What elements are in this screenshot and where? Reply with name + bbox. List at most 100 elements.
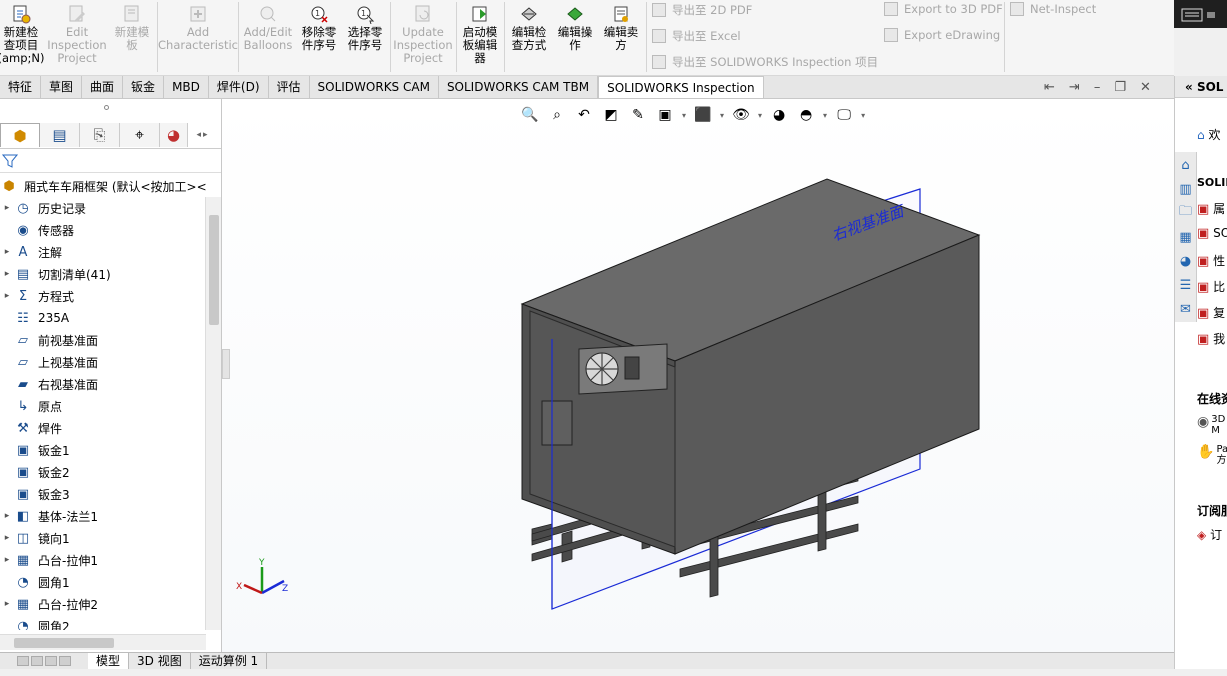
tab-5[interactable]: 焊件(D) <box>209 76 269 98</box>
minimize-icon[interactable]: – <box>1094 80 1101 95</box>
tree-item[interactable]: ◔ 圆角1 <box>0 571 206 593</box>
update-inspection-project-button[interactable]: Update Inspection Project <box>392 4 454 70</box>
model-view[interactable]: 右视基准面 Y X Z <box>222 99 1174 652</box>
export-3d-pdf-button[interactable]: Export to 3D PDF <box>884 2 1003 16</box>
tree-item[interactable]: ▸ ◷ 历史记录 <box>0 197 206 219</box>
new-template-button[interactable]: 新建模 板 <box>110 4 154 70</box>
add-characteristic-button[interactable]: Add Characteristic <box>158 4 238 70</box>
tab-8[interactable]: SOLIDWORKS CAM TBM <box>439 76 599 98</box>
bottom-tab-1[interactable]: 3D 视图 <box>129 653 191 669</box>
tree-item[interactable]: ▱ 前视基准面 <box>0 329 206 351</box>
tree-item[interactable]: ▸ ◧ 基体-法兰1 <box>0 505 206 527</box>
forum-icon[interactable]: ✉ <box>1177 298 1195 320</box>
panel-collapse-handle[interactable] <box>222 349 230 379</box>
configuration-manager-tab[interactable]: ⎘ <box>80 123 120 147</box>
solidworks-resource-item[interactable]: ▣ 比 <box>1197 278 1225 295</box>
tree-item[interactable]: ▸ ▤ 切割清单(41) <box>0 263 206 285</box>
solidworks-resource-item[interactable]: ▣ 我 <box>1197 330 1225 347</box>
tree-vertical-scrollbar[interactable] <box>205 197 221 630</box>
tree-item[interactable]: ☷ 235A <box>0 307 206 329</box>
expand-arrow-icon[interactable]: ▸ <box>0 533 14 543</box>
online-resource-item[interactable]: ✋ Pa 方 <box>1197 444 1227 466</box>
panel-grip[interactable] <box>104 105 109 110</box>
tab-3[interactable]: 钣金 <box>123 76 165 98</box>
bottom-tab-2[interactable]: 运动算例 1 <box>191 653 268 669</box>
new-inspection-project-button[interactable]: 新建检 查项目 (amp;N) <box>0 4 45 70</box>
tree-item[interactable]: ◉ 传感器 <box>0 219 206 241</box>
expand-arrow-icon[interactable]: ▸ <box>0 247 14 257</box>
tab-7[interactable]: SOLIDWORKS CAM <box>310 76 439 98</box>
scroll-thumb[interactable] <box>14 638 114 648</box>
tree-item[interactable]: ▣ 钣金3 <box>0 483 206 505</box>
select-balloon-button[interactable]: 1 选择零 件序号 <box>342 4 388 70</box>
solidworks-resource-item[interactable]: ▣ 复 <box>1197 304 1225 321</box>
view-palette-icon[interactable]: ▦ <box>1177 226 1195 248</box>
launch-template-editor-button[interactable]: 启动模 板编辑 器 <box>458 4 502 70</box>
export-2d-pdf-button[interactable]: 导出至 2D PDF <box>652 2 752 18</box>
tree-item[interactable]: ▱ 上视基准面 <box>0 351 206 373</box>
restore-icon[interactable]: ❐ <box>1114 80 1126 95</box>
expand-arrow-icon[interactable]: ▸ <box>0 291 14 301</box>
design-library-icon[interactable]: ▥ <box>1177 178 1195 200</box>
tab-9[interactable]: SOLIDWORKS Inspection <box>598 76 764 98</box>
graphics-area[interactable]: 🔍 ⌕ ↶ ◩ ✎ ▣ ▾ ⬛ ▾ 👁 ▾ ◕ ◓ ▾ 🖵 ▾ 右视基准面 Y … <box>222 99 1174 652</box>
tab-1[interactable]: 草图 <box>41 76 83 98</box>
solidworks-resource-item[interactable]: ▣ 性 <box>1197 252 1225 269</box>
solidworks-resource-item[interactable]: ▣ SO <box>1197 226 1227 241</box>
online-resource-item[interactable]: ◉ 3D M <box>1197 414 1225 436</box>
custom-properties-icon[interactable]: ☰ <box>1177 274 1195 296</box>
next-document-icon[interactable]: ⇥ <box>1069 80 1080 95</box>
prev-tab-icon[interactable] <box>31 656 43 666</box>
export-inspection-project-button[interactable]: 导出至 SOLIDWORKS Inspection 项目 <box>652 54 878 70</box>
edit-inspection-method-button[interactable]: 编辑检 查方式 <box>506 4 552 70</box>
remove-balloon-button[interactable]: 1 移除零 件序号 <box>296 4 342 70</box>
appearances-icon[interactable]: ◕ <box>1177 250 1195 272</box>
tree-root[interactable]: ⬢ 厢式车车厢框架 (默认<按加工>< <box>0 175 220 197</box>
expand-arrow-icon[interactable]: ▸ <box>0 203 14 213</box>
home-icon[interactable]: ⌂ <box>1177 154 1195 176</box>
welcome-link[interactable]: ⌂ 欢 <box>1197 126 1220 143</box>
edit-inspection-project-button[interactable]: Edit Inspection Project <box>46 4 108 70</box>
tree-item[interactable]: ◔ 圆角2 <box>0 615 206 631</box>
tab-4[interactable]: MBD <box>164 76 209 98</box>
next-tab-icon[interactable] <box>45 656 57 666</box>
tab-6[interactable]: 评估 <box>269 76 310 98</box>
file-explorer-icon[interactable]: 🗀 <box>1177 202 1195 224</box>
scroll-thumb[interactable] <box>209 215 219 325</box>
bottom-tab-0[interactable]: 模型 <box>88 653 130 669</box>
tab-scroll-right-icon[interactable]: ▸ <box>203 130 208 140</box>
first-tab-icon[interactable] <box>17 656 29 666</box>
subscription-item[interactable]: ◈ 订 <box>1197 526 1222 543</box>
tree-item[interactable]: ⚒ 焊件 <box>0 417 206 439</box>
export-edrawing-button[interactable]: Export eDrawing <box>884 28 1000 42</box>
tree-item[interactable]: ▸ ▦ 凸台-拉伸2 <box>0 593 206 615</box>
display-manager-tab[interactable]: ◕ <box>160 123 188 147</box>
tree-item[interactable]: ▣ 钣金1 <box>0 439 206 461</box>
tree-item[interactable]: ▰ 右视基准面 <box>0 373 206 395</box>
expand-arrow-icon[interactable]: ▸ <box>0 269 14 279</box>
tree-item[interactable]: ▸ A 注解 <box>0 241 206 263</box>
expand-arrow-icon[interactable]: ▸ <box>0 555 14 565</box>
last-tab-icon[interactable] <box>59 656 71 666</box>
tab-0[interactable]: 特征 <box>0 76 42 98</box>
expand-arrow-icon[interactable]: ▸ <box>0 511 14 521</box>
tree-item[interactable]: ▸ ◫ 镜向1 <box>0 527 206 549</box>
tab-scroll-left-icon[interactable]: ◂ <box>196 130 201 140</box>
close-icon[interactable]: ✕ <box>1140 80 1151 95</box>
property-manager-tab[interactable]: ▤ <box>40 123 80 147</box>
expand-arrow-icon[interactable]: ▸ <box>0 599 14 609</box>
tree-item[interactable]: ↳ 原点 <box>0 395 206 417</box>
tree-item[interactable]: ▸ ▦ 凸台-拉伸1 <box>0 549 206 571</box>
export-excel-button[interactable]: 导出至 Excel <box>652 28 741 44</box>
tab-2[interactable]: 曲面 <box>82 76 124 98</box>
add-edit-balloons-button[interactable]: Add/Edit Balloons <box>240 4 296 70</box>
prev-document-icon[interactable]: ⇤ <box>1044 80 1055 95</box>
tree-filter-bar[interactable] <box>0 149 221 173</box>
tree-item[interactable]: ▣ 钣金2 <box>0 461 206 483</box>
net-inspect-button[interactable]: Net-Inspect <box>1010 2 1096 16</box>
edit-operation-button[interactable]: 编辑操 作 <box>552 4 598 70</box>
tree-horizontal-scrollbar[interactable] <box>0 634 206 650</box>
solidworks-resource-item[interactable]: ▣ 属 <box>1197 200 1225 217</box>
dimxpert-tab[interactable]: ⌖ <box>120 123 160 147</box>
feature-manager-tab[interactable]: ⬢ <box>0 123 40 147</box>
